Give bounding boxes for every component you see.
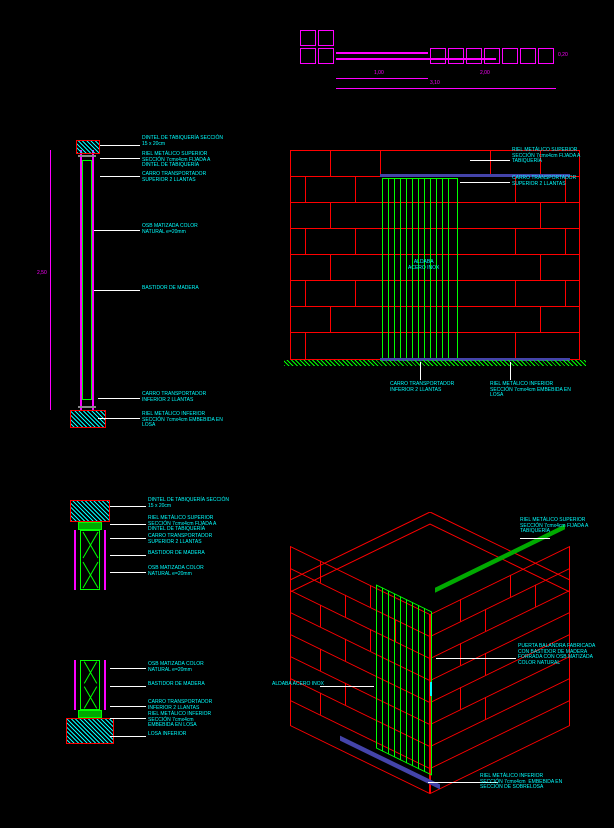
dB-l4: RIEL METÁLICO INFERIOR SECCIÓN 7cmx4cm E… <box>148 712 211 729</box>
elev-l3: ALDABA ACERO INOX <box>408 260 439 271</box>
secA-l6: CARRO TRANSPORTADOR INFERIOR 2 LLANTAS <box>142 392 206 403</box>
dT-l5: OSB MATIZADA COLOR NATURAL e=20mm <box>148 566 204 577</box>
iso-l1: RIEL METÁLICO SUPERIOR SECCIÓN 7cmx4cm F… <box>520 518 588 535</box>
secA-l5: BASTIDOR DE MADERA <box>142 286 199 292</box>
iso-l3: PUERTA BALANDRA FABRICADA CON BASTIDOR D… <box>518 644 595 666</box>
dim-opening: 1,00 <box>374 70 384 76</box>
secA-l2: RIEL METÁLICO SUPERIOR SECCIÓN 7cmx4cm F… <box>142 152 210 169</box>
section-a: 2,50 DINTEL DE TABIQUERÍA SECCIÓN 15 x 2… <box>70 140 240 440</box>
dT-l2: RIEL METÁLICO SUPERIOR SECCIÓN 7cmx4cm F… <box>148 516 216 533</box>
isometric: RIEL METÁLICO SUPERIOR SECCIÓN 7cmx4cm F… <box>280 460 600 800</box>
dB-l5: LOSA INFERIOR <box>148 732 186 738</box>
detail-bottom: OSB MATIZADA COLOR NATURAL e=20mm BASTID… <box>70 660 250 770</box>
elev-l1: RIEL METÁLICO SUPERIOR SECCIÓN 7cmx4cm F… <box>512 148 580 165</box>
detail-top: DINTEL DE TABIQUERÍA SECCIÓN 15 x 20cm R… <box>70 500 250 610</box>
dim-thickness: 0,20 <box>558 52 568 58</box>
dim-overall: 3,10 <box>430 80 440 86</box>
secA-l7: RIEL METÁLICO INFERIOR SECCIÓN 7cmx4cm E… <box>142 412 223 429</box>
dB-l2: BASTIDOR DE MADERA <box>148 682 205 688</box>
dB-l1: OSB MATIZADA COLOR NATURAL e=20mm <box>148 662 204 673</box>
plan-view: 1,00 3,10 2,00 0,20 <box>300 30 560 100</box>
dT-l1: DINTEL DE TABIQUERÍA SECCIÓN 15 x 20cm <box>148 498 229 509</box>
secA-l1: DINTEL DE TABIQUERÍA SECCIÓN 15 x 20cm <box>142 136 223 147</box>
dT-l3: CARRO TRANSPORTADOR SUPERIOR 2 LLANTAS <box>148 534 212 545</box>
secA-l3: CARRO TRANSPORTADOR SUPERIOR 2 LLANTAS <box>142 172 206 183</box>
dT-l4: BASTIDOR DE MADERA <box>148 551 205 557</box>
iso-l2: ALDABA ACERO INOX <box>272 682 324 688</box>
dB-l3: CARRO TRANSPORTADOR INFERIOR 2 LLANTAS <box>148 700 212 711</box>
iso-l4: RIEL METÁLICO INFERIOR SECCIÓN 7cmx4cm E… <box>480 774 562 791</box>
elevation: RIEL METÁLICO SUPERIOR SECCIÓN 7cmx4cm F… <box>290 150 590 400</box>
elev-l5: RIEL METÁLICO INFERIOR SECCIÓN 7cmx4cm E… <box>490 382 571 399</box>
secA-l4: OSB MATIZADA COLOR NATURAL e=20mm <box>142 224 198 235</box>
section-height: 2,50 <box>37 270 47 276</box>
elev-l4: CARRO TRANSPORTADOR INFERIOR 2 LLANTAS <box>390 382 454 393</box>
dim-right: 2,00 <box>480 70 490 76</box>
elev-l2: CARRO TRANSPORTADOR SUPERIOR 2 LLANTAS <box>512 176 576 187</box>
